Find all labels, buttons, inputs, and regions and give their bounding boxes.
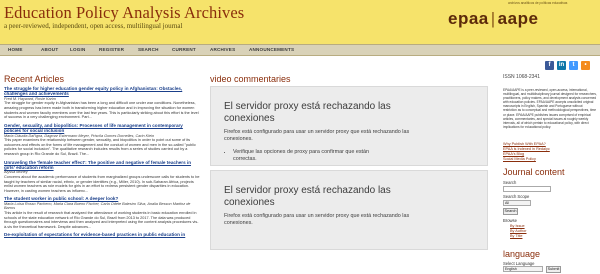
article-abstract: This article is the result of research t… bbox=[4, 210, 199, 229]
journal-description: EPAA/AAPE is a peer-reviewed, open-acces… bbox=[503, 88, 597, 129]
article-item: The struggle for higher education gender… bbox=[4, 86, 200, 120]
logo-right: aape bbox=[497, 9, 539, 28]
article-abstract: This paper examines the relationship bet… bbox=[4, 138, 196, 156]
browse-label: Browse bbox=[503, 218, 517, 223]
logo-separator: | bbox=[490, 9, 496, 28]
site-title[interactable]: Education Policy Analysis Archives bbox=[4, 3, 244, 23]
rss-icon[interactable]: • bbox=[581, 61, 590, 70]
journal-search-button[interactable]: Search bbox=[503, 208, 518, 215]
epaa-logo[interactable]: epaa | aape bbox=[448, 9, 538, 29]
nav-register[interactable]: REGISTER bbox=[99, 47, 124, 52]
article-authors: Maria Luísa Rosso Pacheco, Maria Clara B… bbox=[4, 201, 191, 211]
nav-current[interactable]: CURRENT bbox=[172, 47, 196, 52]
logo-left: epaa bbox=[448, 9, 489, 28]
search-scope-select[interactable]: All bbox=[503, 200, 531, 206]
video-frame-2[interactable]: El servidor proxy está rechazando las co… bbox=[210, 170, 488, 250]
search-label: Search bbox=[503, 180, 517, 185]
journal-content-heading: Journal content bbox=[503, 167, 565, 177]
nav-login[interactable]: LOGIN bbox=[70, 47, 86, 52]
recent-articles-list: The struggle for higher education gender… bbox=[4, 86, 200, 238]
issn-number: ISSN 1068-2341 bbox=[503, 74, 540, 80]
site-header: Education Policy Analysis Archives a pee… bbox=[0, 0, 600, 44]
article-title[interactable]: Gender, sexuality, and biopolitics: Proc… bbox=[4, 123, 200, 134]
language-select[interactable]: English bbox=[503, 266, 543, 272]
site-subtitle: a peer-reviewed, independent, open acces… bbox=[4, 22, 183, 30]
facebook-icon[interactable]: f bbox=[545, 61, 554, 70]
article-item: The student worker in public school: A d… bbox=[4, 196, 200, 229]
recent-articles-heading: Recent Articles bbox=[4, 74, 65, 84]
social-media-policy-link[interactable]: Social Media Policy bbox=[503, 157, 550, 162]
video-commentaries-heading: video commentaries bbox=[210, 74, 291, 84]
nav-search[interactable]: SEARCH bbox=[138, 47, 159, 52]
header-tagline: archivos analíticos de políticas educati… bbox=[508, 1, 568, 5]
proxy-error-body: Firefox está configurado para usar un se… bbox=[224, 129, 410, 142]
nav-home[interactable]: HOME bbox=[8, 47, 23, 52]
search-scope-label: Search Scope bbox=[503, 194, 530, 199]
linkedin-icon[interactable]: in bbox=[557, 61, 566, 70]
article-abstract: Concerns about the academic performance … bbox=[4, 174, 200, 193]
proxy-error-body: Firefox está configurado para usar un se… bbox=[224, 213, 410, 226]
language-submit-button[interactable]: Submit bbox=[546, 266, 561, 273]
browse-by-issue-link[interactable]: By Issue bbox=[510, 224, 525, 228]
nav-announcements[interactable]: ANNOUNCEMENTS bbox=[249, 47, 294, 52]
nav-about[interactable]: ABOUT bbox=[41, 47, 58, 52]
proxy-tip-item: Verifique las opciones de proxy para con… bbox=[233, 149, 373, 163]
article-item: De-exploitation of expectations for evid… bbox=[4, 232, 200, 237]
article-abstract: The struggle for gender equity in Afghan… bbox=[4, 101, 199, 120]
proxy-error-title: El servidor proxy está rechazando las co… bbox=[224, 101, 391, 124]
nav-archives[interactable]: ARCHIVES bbox=[210, 47, 235, 52]
journal-search-input[interactable] bbox=[503, 186, 551, 192]
language-heading: language bbox=[503, 249, 541, 259]
video-frame-1[interactable]: El servidor proxy está rechazando las co… bbox=[210, 86, 488, 166]
twitter-icon[interactable]: t bbox=[569, 61, 578, 70]
proxy-error-tips: Verifique las opciones de proxy para con… bbox=[233, 149, 373, 166]
browse-by-author-link[interactable]: By Author bbox=[510, 229, 526, 233]
article-title[interactable]: The struggle for higher education gender… bbox=[4, 86, 200, 97]
main-nav: HOME ABOUT LOGIN REGISTER SEARCH CURRENT… bbox=[0, 44, 600, 56]
browse-by-title-link[interactable]: By Title bbox=[510, 234, 522, 238]
article-item: Gender, sexuality, and biopolitics: Proc… bbox=[4, 123, 200, 157]
article-title[interactable]: Unraveling the 'female teacher effect': … bbox=[4, 160, 200, 171]
proxy-error-title: El servidor proxy está rechazando las co… bbox=[224, 185, 391, 208]
why-links: Why Publish With EPAA? EPAA is Indexed i… bbox=[503, 142, 550, 162]
article-title[interactable]: De-exploitation of expectations for evid… bbox=[4, 232, 200, 237]
article-item: Unraveling the 'female teacher effect': … bbox=[4, 160, 200, 194]
